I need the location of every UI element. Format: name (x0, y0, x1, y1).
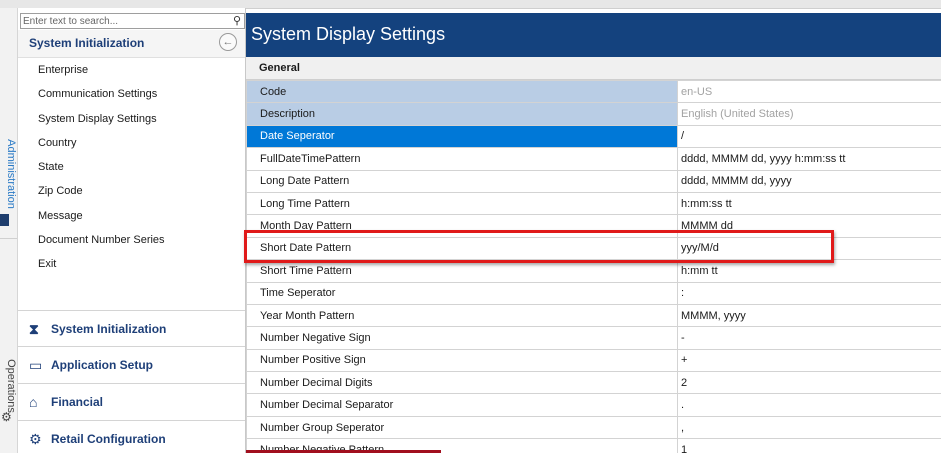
property-name-cell[interactable]: Number Decimal Separator (247, 394, 678, 416)
sidebar-item-zip-code[interactable]: Zip Code (38, 184, 165, 208)
property-name-cell[interactable]: FullDateTimePattern (247, 148, 678, 170)
sidebar-item-country[interactable]: Country (38, 136, 165, 160)
sidebar-item-system-display-settings[interactable]: System Display Settings (38, 112, 165, 136)
table-row[interactable]: Long Date Patterndddd, MMMM dd, yyyy (247, 170, 941, 192)
property-value-cell: en-US (678, 81, 941, 103)
property-value-cell[interactable]: 1 (678, 439, 941, 453)
property-value-cell[interactable]: h:mm:ss tt (678, 192, 941, 214)
property-name-cell[interactable]: Number Decimal Digits (247, 372, 678, 394)
table-row[interactable]: Year Month PatternMMMM, yyyy (247, 304, 941, 326)
table-row[interactable]: Number Positive Sign+ (247, 349, 941, 371)
property-value-cell[interactable]: . (678, 394, 941, 416)
highlight-annotation (244, 230, 834, 263)
page-title: System Display Settings (251, 24, 445, 45)
property-name-cell[interactable]: Number Group Seperator (247, 416, 678, 438)
nav-group-application-setup[interactable]: ▭ Application Setup (18, 346, 245, 383)
property-value-cell[interactable]: + (678, 349, 941, 371)
property-name-cell[interactable]: Year Month Pattern (247, 304, 678, 326)
sidebar-item-communication-settings[interactable]: Communication Settings (38, 87, 165, 111)
property-name-cell[interactable]: Date Seperator (247, 125, 678, 147)
property-value-cell[interactable]: dddd, MMMM dd, yyyy (678, 170, 941, 192)
table-row[interactable]: DescriptionEnglish (United States) (247, 103, 941, 125)
property-name-cell[interactable]: Number Negative Sign (247, 327, 678, 349)
property-name-cell[interactable]: Time Seperator (247, 282, 678, 304)
group-title: General (259, 62, 300, 74)
table-row[interactable]: Number Negative Sign- (247, 327, 941, 349)
sidebar-item-document-number-series[interactable]: Document Number Series (38, 233, 165, 257)
table-row[interactable]: Codeen-US (247, 81, 941, 103)
table-row[interactable]: FullDateTimePatterndddd, MMMM dd, yyyy h… (247, 148, 941, 170)
nav-group-label: Financial (51, 395, 103, 409)
rail-divider (0, 238, 17, 239)
sidebar-item-state[interactable]: State (38, 160, 165, 184)
sidebar-item-message[interactable]: Message (38, 209, 165, 233)
sidebar-item-enterprise[interactable]: Enterprise (38, 63, 165, 87)
nav-group-label: Application Setup (51, 358, 153, 372)
administration-icon (0, 214, 9, 226)
bank-icon: ⌂ (29, 394, 37, 410)
property-table: Codeen-USDescriptionEnglish (United Stat… (246, 80, 941, 453)
search-icon[interactable]: ⚲ (233, 14, 241, 27)
table-row[interactable]: Number Decimal Digits2 (247, 372, 941, 394)
property-value-cell[interactable]: , (678, 416, 941, 438)
property-value-cell[interactable]: - (678, 327, 941, 349)
table-row[interactable]: Time Seperator: (247, 282, 941, 304)
nav-group-label: System Initialization (51, 322, 166, 336)
property-value-cell: English (United States) (678, 103, 941, 125)
property-name-cell[interactable]: Long Date Pattern (247, 170, 678, 192)
property-name-cell[interactable]: Long Time Pattern (247, 192, 678, 214)
nav-group-financial[interactable]: ⌂ Financial (18, 383, 245, 420)
nav-group-label: Retail Configuration (51, 432, 166, 446)
property-value-cell[interactable]: 2 (678, 372, 941, 394)
property-name-cell[interactable]: Number Positive Sign (247, 349, 678, 371)
sidebar-menu: Enterprise Communication Settings System… (38, 63, 165, 282)
property-value-cell[interactable]: dddd, MMMM dd, yyyy h:mm:ss tt (678, 148, 941, 170)
gears-icon: ⚙ (29, 431, 42, 448)
section-title: System Initialization (29, 36, 144, 50)
hourglass-icon: ⧗ (29, 321, 39, 338)
window-icon: ▭ (29, 357, 42, 374)
property-name-cell[interactable]: Code (247, 81, 678, 103)
back-arrow-icon[interactable]: ← (219, 33, 237, 51)
navigation-panel: ⚲ System Initialization ← Enterprise Com… (18, 8, 246, 453)
search-input[interactable] (21, 14, 228, 28)
vertical-rail: Administration Operations ⚙ (0, 8, 18, 453)
sidebar-item-exit[interactable]: Exit (38, 257, 165, 281)
search-box: ⚲ (20, 13, 245, 29)
group-header[interactable]: General (246, 57, 941, 80)
property-value-cell[interactable]: / (678, 125, 941, 147)
table-row[interactable]: Long Time Patternh:mm:ss tt (247, 192, 941, 214)
rail-tab-administration[interactable]: Administration (5, 119, 17, 229)
page-title-bar: System Display Settings (246, 13, 941, 57)
property-value-cell[interactable]: : (678, 282, 941, 304)
section-header: System Initialization ← (18, 30, 245, 58)
table-row[interactable]: Number Group Seperator, (247, 416, 941, 438)
nav-group-retail-configuration[interactable]: ⚙ Retail Configuration (18, 420, 245, 457)
table-row[interactable]: Date Seperator/ (247, 125, 941, 147)
property-value-cell[interactable]: MMMM, yyyy (678, 304, 941, 326)
rail-tab-operations[interactable]: Operations (5, 331, 17, 441)
table-row[interactable]: Number Decimal Separator. (247, 394, 941, 416)
property-name-cell[interactable]: Description (247, 103, 678, 125)
gear-icon: ⚙ (1, 410, 12, 424)
nav-group-system-initialization[interactable]: ⧗ System Initialization (18, 310, 245, 347)
